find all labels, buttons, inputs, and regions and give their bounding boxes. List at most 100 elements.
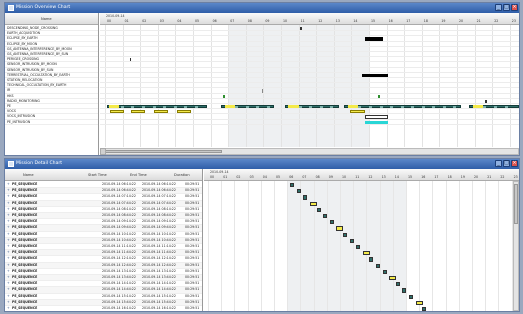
sequence-bar[interactable]: [362, 251, 370, 256]
column-header-end-time[interactable]: End Time: [130, 173, 147, 177]
expand-icon[interactable]: +: [7, 182, 10, 187]
row-start-time: 2010-09-14 13:14:22: [102, 268, 136, 273]
pe-segment-mark: [194, 106, 198, 108]
pe-highlight[interactable]: [224, 105, 236, 109]
row-duration: 00:29:51: [185, 206, 200, 211]
expand-icon[interactable]: +: [7, 238, 10, 243]
expand-icon[interactable]: +: [7, 219, 10, 224]
expand-icon[interactable]: +: [7, 213, 10, 218]
sequence-bar[interactable]: [323, 214, 328, 219]
sequence-bar[interactable]: [402, 288, 407, 293]
expand-icon[interactable]: +: [7, 201, 10, 206]
vocs-block[interactable]: [177, 110, 192, 114]
expand-icon[interactable]: +: [7, 287, 10, 292]
pe-highlight[interactable]: [347, 105, 359, 109]
minimize-icon[interactable]: _: [495, 4, 502, 11]
sequence-bar[interactable]: [422, 307, 427, 311]
vocs-block[interactable]: [110, 110, 125, 114]
eclipse-bar[interactable]: [365, 37, 384, 41]
expand-icon[interactable]: +: [7, 275, 10, 280]
vocs-block[interactable]: [349, 110, 366, 114]
expand-icon[interactable]: +: [7, 225, 10, 230]
sequence-bar[interactable]: [343, 232, 348, 237]
column-header-start-time[interactable]: Start Time: [88, 173, 107, 177]
vocs-block[interactable]: [154, 110, 169, 114]
expand-icon[interactable]: +: [7, 188, 10, 193]
detail-title-bar[interactable]: Mission Detail Chart _ □ ×: [5, 159, 519, 169]
sequence-bar[interactable]: [369, 257, 374, 262]
overview-row[interactable]: PE_INTRUSION: [5, 120, 98, 125]
sequence-bar[interactable]: [290, 183, 295, 188]
event-marker[interactable]: [300, 27, 303, 31]
expand-icon[interactable]: +: [7, 306, 10, 311]
sequence-bar[interactable]: [389, 276, 397, 281]
scroll-thumb[interactable]: [102, 150, 222, 153]
expand-icon[interactable]: +: [7, 250, 10, 255]
overview-horizontal-scrollbar[interactable]: [100, 148, 519, 155]
detail-table-row[interactable]: + PE_SEQUENCE 2010-09-14 16:14:22 2010-09-1…: [5, 306, 202, 311]
sequence-bar[interactable]: [356, 245, 361, 250]
row-name: PE_SEQUENCE: [12, 231, 38, 236]
sequence-bar[interactable]: [296, 189, 301, 194]
row-end-time: 2010-09-14 06:44:22: [142, 188, 176, 193]
row-start-time: 2010-09-14 09:14:22: [102, 219, 136, 224]
expand-icon[interactable]: +: [7, 281, 10, 286]
vocs-block[interactable]: [131, 110, 146, 114]
expand-icon[interactable]: +: [7, 269, 10, 274]
detail-vertical-scrollbar[interactable]: [513, 181, 519, 311]
hour-gridline: [260, 181, 274, 311]
sequence-bar[interactable]: [395, 282, 400, 287]
event-marker[interactable]: [129, 58, 132, 62]
sequence-bar[interactable]: [316, 207, 321, 212]
sequence-bar[interactable]: [415, 300, 423, 305]
overview-gantt-chart[interactable]: 2010-09-14 00 01 02 03 04 05 06 07 08 09 10 11 12 13 14…: [100, 13, 519, 155]
sequence-bar[interactable]: [376, 263, 381, 268]
expand-icon[interactable]: +: [7, 300, 10, 305]
hour-tick-label: 03: [249, 175, 254, 179]
scroll-thumb[interactable]: [514, 184, 518, 224]
column-header-duration[interactable]: Duration: [174, 173, 190, 177]
sequence-bar[interactable]: [329, 220, 334, 225]
event-marker[interactable]: [485, 99, 487, 103]
scroll-left-arrow[interactable]: [100, 148, 106, 155]
hour-tick-label: 22: [500, 175, 505, 179]
expand-icon[interactable]: +: [7, 244, 10, 249]
row-start-time: 2010-09-14 16:14:22: [102, 306, 136, 310]
sequence-bar[interactable]: [310, 201, 318, 206]
detail-gantt-chart[interactable]: 2010-09-14 00 01 02 03 04 05 06 07 08 09 10 11 12 13 14…: [204, 169, 519, 311]
pe-highlight[interactable]: [108, 105, 120, 109]
maximize-icon[interactable]: □: [503, 160, 510, 167]
expand-icon[interactable]: +: [7, 256, 10, 261]
sequence-bar[interactable]: [349, 238, 354, 243]
close-icon[interactable]: ×: [511, 4, 518, 11]
expand-icon[interactable]: +: [7, 263, 10, 268]
event-marker[interactable]: [377, 94, 380, 98]
occultation-bar[interactable]: [361, 73, 389, 77]
close-icon[interactable]: ×: [511, 160, 518, 167]
row-start-time: 2010-09-14 11:14:22: [102, 244, 136, 248]
event-marker[interactable]: [222, 94, 225, 98]
pe-highlight[interactable]: [472, 105, 484, 109]
vocs-intrusion-bar[interactable]: [365, 115, 389, 119]
expand-icon[interactable]: +: [7, 194, 10, 199]
expand-icon[interactable]: +: [7, 294, 10, 299]
pe-intrusion-bar[interactable]: [365, 120, 389, 124]
expand-icon[interactable]: +: [7, 232, 10, 237]
hour-tick-label: 08: [247, 19, 252, 23]
sequence-bar[interactable]: [409, 294, 414, 299]
maximize-icon[interactable]: □: [503, 4, 510, 11]
overview-title-bar[interactable]: Mission Overview Chart _ □ ×: [5, 3, 519, 13]
event-marker[interactable]: [261, 89, 264, 93]
hour-tick-label: 19: [441, 19, 446, 23]
sequence-bar[interactable]: [382, 269, 387, 274]
expand-icon[interactable]: +: [7, 207, 10, 212]
hour-tick-label: 13: [335, 19, 340, 23]
row-duration: 00:29:51: [185, 244, 200, 248]
column-header-name[interactable]: Name: [23, 173, 34, 177]
minimize-icon[interactable]: _: [495, 160, 502, 167]
row-name: PE_SEQUENCE: [12, 281, 38, 286]
sequence-bar[interactable]: [303, 195, 308, 200]
sequence-bar[interactable]: [336, 226, 344, 231]
row-start-time: 2010-09-14 06:44:22: [102, 188, 136, 193]
pe-highlight[interactable]: [288, 105, 299, 109]
